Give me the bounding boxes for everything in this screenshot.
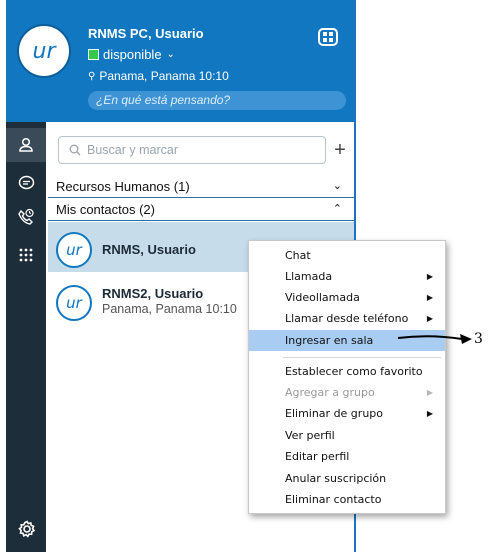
annotation-arrow: [397, 334, 472, 344]
annotation-label: 3: [474, 331, 483, 347]
